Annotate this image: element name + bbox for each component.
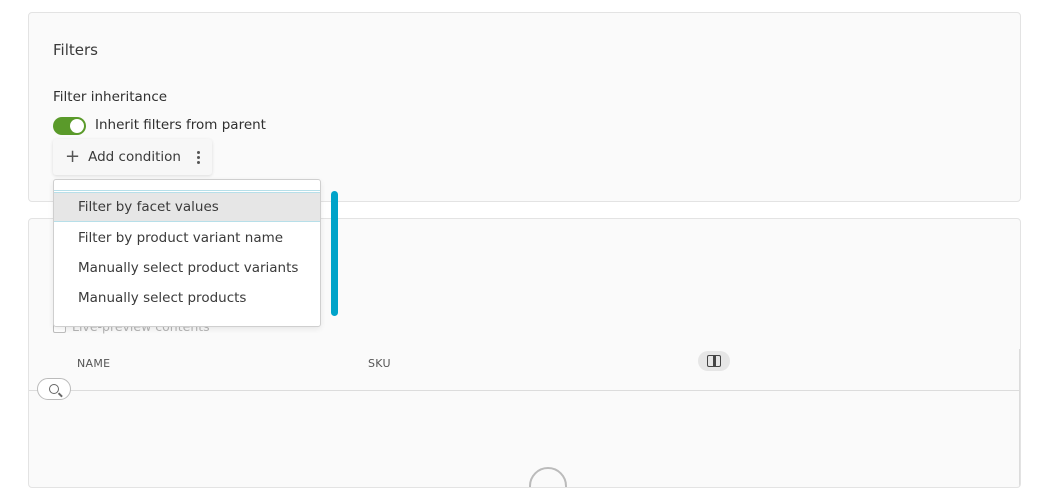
columns-toggle-button[interactable] (698, 351, 730, 371)
table-border (1019, 349, 1020, 487)
menu-item-select-products[interactable]: Manually select products (54, 283, 320, 313)
table-divider (29, 390, 1020, 391)
search-toggle-button[interactable] (37, 378, 71, 400)
filters-card: Filters Filter inheritance Inherit filte… (28, 12, 1021, 202)
inherit-filters-toggle[interactable] (53, 117, 86, 135)
loading-indicator (529, 467, 567, 487)
toggle-knob (70, 119, 84, 133)
dropdown-top-strip (54, 190, 320, 191)
inherit-filters-label: Inherit filters from parent (95, 117, 266, 133)
filter-inheritance-label: Filter inheritance (53, 89, 168, 105)
menu-item-select-variants[interactable]: Manually select product variants (54, 253, 320, 283)
menu-item-filter-facet-values[interactable]: Filter by facet values (54, 192, 320, 222)
add-condition-label: Add condition (88, 149, 181, 165)
add-condition-button[interactable]: + Add condition (53, 139, 212, 175)
dropdown-scrollbar[interactable] (331, 191, 338, 316)
column-header-sku[interactable]: SKU (368, 357, 391, 370)
search-icon (49, 384, 59, 394)
add-condition-dropdown: Filter by facet values Filter by product… (53, 179, 321, 327)
plus-icon: + (65, 146, 81, 167)
filters-title: Filters (53, 41, 98, 59)
column-header-name[interactable]: NAME (77, 357, 110, 370)
columns-icon (707, 355, 721, 367)
menu-item-filter-variant-name[interactable]: Filter by product variant name (54, 223, 320, 253)
kebab-icon[interactable] (196, 150, 200, 164)
